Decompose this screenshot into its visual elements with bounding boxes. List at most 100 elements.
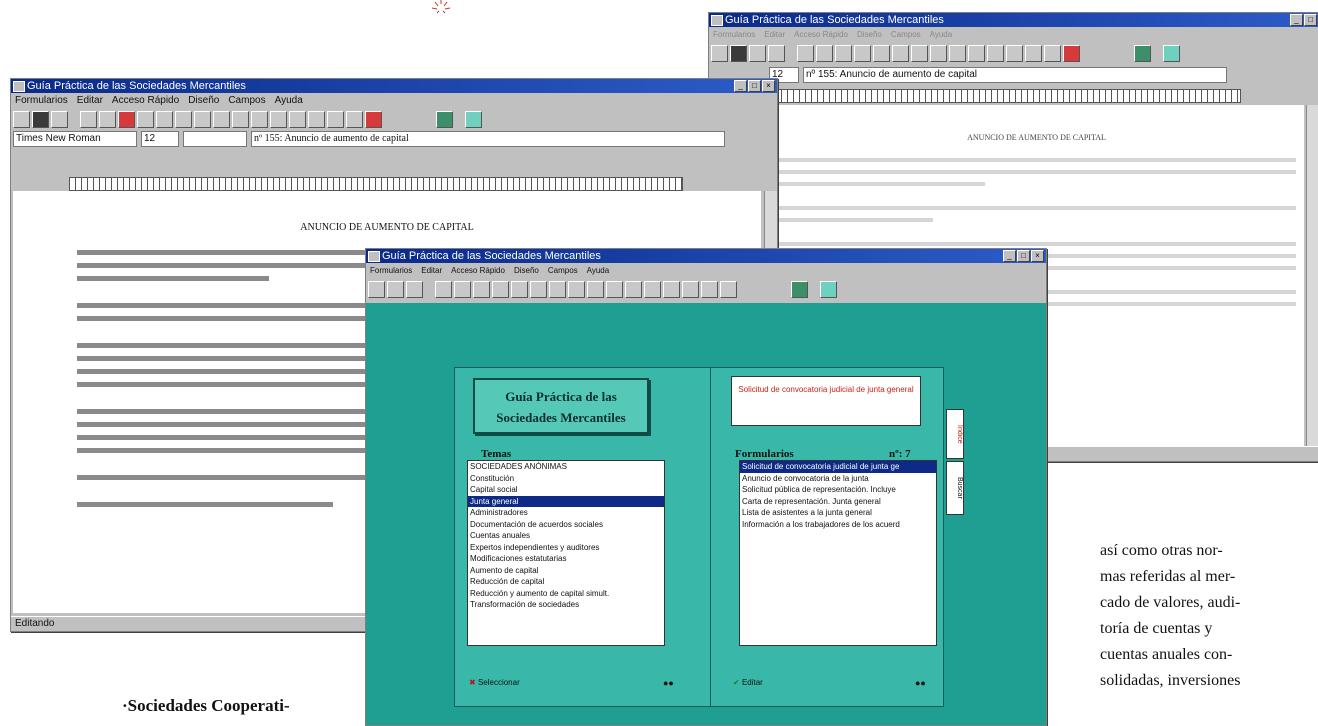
vertical-scrollbar[interactable] (1306, 105, 1318, 447)
italic-icon[interactable] (873, 44, 890, 62)
justify-icon[interactable] (968, 44, 985, 62)
menu-editar[interactable]: Editar (764, 30, 785, 39)
save-icon[interactable] (406, 280, 423, 298)
menu-acceso-rapido[interactable]: Acceso Rápido (794, 30, 848, 39)
list-item[interactable]: Documentación de acuerdos sociales (468, 519, 664, 531)
maximize-icon[interactable]: □ (1304, 14, 1317, 26)
align-left-icon[interactable] (911, 44, 928, 62)
align-center-icon[interactable] (232, 110, 249, 128)
list-item[interactable]: Constitución (468, 473, 664, 485)
minimize-icon[interactable]: _ (734, 80, 747, 92)
list-item[interactable]: Reducción de capital (468, 576, 664, 588)
menu-acceso-rapido[interactable]: Acceso Rápido (451, 266, 505, 275)
tool-11-icon[interactable] (625, 280, 642, 298)
formularios-list[interactable]: Solicitud de convocatoria judicial de ju… (739, 460, 937, 646)
list-item[interactable]: Carta de representación. Junta general (740, 496, 936, 508)
list-item[interactable]: Solicitud pública de representación. Inc… (740, 484, 936, 496)
help-icon[interactable] (465, 110, 482, 128)
list-item[interactable]: Junta general (468, 495, 664, 507)
list-item[interactable]: Reducción y aumento de capital simult. (468, 588, 664, 600)
nav-next-icon[interactable] (1025, 44, 1042, 62)
list-item[interactable]: Aumento de capital (468, 565, 664, 577)
menu-diseno[interactable]: Diseño (857, 30, 882, 39)
new-icon[interactable] (13, 110, 30, 128)
help-icon[interactable] (820, 280, 837, 298)
minimize-icon[interactable]: _ (1003, 250, 1016, 262)
close-icon[interactable]: × (1031, 250, 1044, 262)
copy-icon[interactable] (816, 44, 833, 62)
help-icon[interactable] (1163, 44, 1180, 62)
tool-16-icon[interactable] (720, 280, 737, 298)
nav-prev-icon[interactable] (1006, 44, 1023, 62)
style-select[interactable] (183, 131, 247, 147)
tool-7-icon[interactable] (549, 280, 566, 298)
tool-9-icon[interactable] (587, 280, 604, 298)
cut-icon[interactable] (797, 44, 814, 62)
menu-acceso-rapido[interactable]: Acceso Rápido (112, 95, 179, 106)
tab-indice[interactable]: Índice (946, 409, 964, 459)
print-icon[interactable] (768, 44, 785, 62)
exit-icon[interactable] (791, 280, 808, 298)
tool-1-icon[interactable] (435, 280, 452, 298)
align-center-icon[interactable] (930, 44, 947, 62)
stop-icon[interactable] (1063, 44, 1080, 62)
open-icon[interactable] (32, 110, 49, 128)
tool-10-icon[interactable] (606, 280, 623, 298)
bold-icon[interactable] (137, 110, 154, 128)
menu-ayuda[interactable]: Ayuda (930, 30, 953, 39)
list-item[interactable]: Lista de asistentes a la junta general (740, 507, 936, 519)
tool-2-icon[interactable] (454, 280, 471, 298)
binoculars-icon[interactable]: ●● (663, 678, 674, 688)
list-item[interactable]: Modificaciones estatutarias (468, 553, 664, 565)
tool-5-icon[interactable] (511, 280, 528, 298)
menu-campos[interactable]: Campos (548, 266, 578, 275)
font-size-select[interactable]: 12 (141, 131, 179, 147)
menu-formularios[interactable]: Formularios (370, 266, 412, 275)
menu-campos[interactable]: Campos (228, 95, 265, 106)
justify-icon[interactable] (270, 110, 287, 128)
cut-icon[interactable] (80, 110, 97, 128)
tool-6-icon[interactable] (530, 280, 547, 298)
list-item[interactable]: Transformación de sociedades (468, 599, 664, 611)
open-icon[interactable] (387, 280, 404, 298)
list-item[interactable]: SOCIEDADES ANÓNIMAS (468, 461, 664, 473)
save-icon[interactable] (51, 110, 68, 128)
tool-14-icon[interactable] (682, 280, 699, 298)
system-menu-icon[interactable] (711, 15, 723, 26)
menu-campos[interactable]: Campos (891, 30, 921, 39)
system-menu-icon[interactable] (13, 81, 25, 92)
nav-prev-icon[interactable] (308, 110, 325, 128)
open-icon[interactable] (730, 44, 747, 62)
tab-buscar[interactable]: Buscar (946, 461, 964, 515)
italic-icon[interactable] (156, 110, 173, 128)
list-item[interactable]: Solicitud de convocatoria judicial de ju… (740, 461, 936, 473)
tool-8-icon[interactable] (568, 280, 585, 298)
new-icon[interactable] (711, 44, 728, 62)
exit-icon[interactable] (1134, 44, 1151, 62)
bold-icon[interactable] (854, 44, 871, 62)
tool-13-icon[interactable] (663, 280, 680, 298)
paste-icon[interactable] (835, 44, 852, 62)
menu-editar[interactable]: Editar (77, 95, 103, 106)
tool-4-icon[interactable] (492, 280, 509, 298)
maximize-icon[interactable]: □ (1017, 250, 1030, 262)
list-item[interactable]: Información a los trabajadores de los ac… (740, 519, 936, 531)
underline-icon[interactable] (175, 110, 192, 128)
nav-first-icon[interactable] (987, 44, 1004, 62)
nav-first-icon[interactable] (289, 110, 306, 128)
menu-editar[interactable]: Editar (421, 266, 442, 275)
exit-icon[interactable] (436, 110, 453, 128)
save-icon[interactable] (749, 44, 766, 62)
list-item[interactable]: Cuentas anuales (468, 530, 664, 542)
list-item[interactable]: Anuncio de convocatoria de la junta (740, 473, 936, 485)
list-item[interactable]: Capital social (468, 484, 664, 496)
stop-icon[interactable] (365, 110, 382, 128)
tool-12-icon[interactable] (644, 280, 661, 298)
tool-3-icon[interactable] (473, 280, 490, 298)
new-icon[interactable] (368, 280, 385, 298)
align-right-icon[interactable] (949, 44, 966, 62)
nav-last-icon[interactable] (346, 110, 363, 128)
editar-button[interactable]: ✔ Editar (733, 678, 763, 687)
list-item[interactable]: Expertos independientes y auditores (468, 542, 664, 554)
align-left-icon[interactable] (213, 110, 230, 128)
